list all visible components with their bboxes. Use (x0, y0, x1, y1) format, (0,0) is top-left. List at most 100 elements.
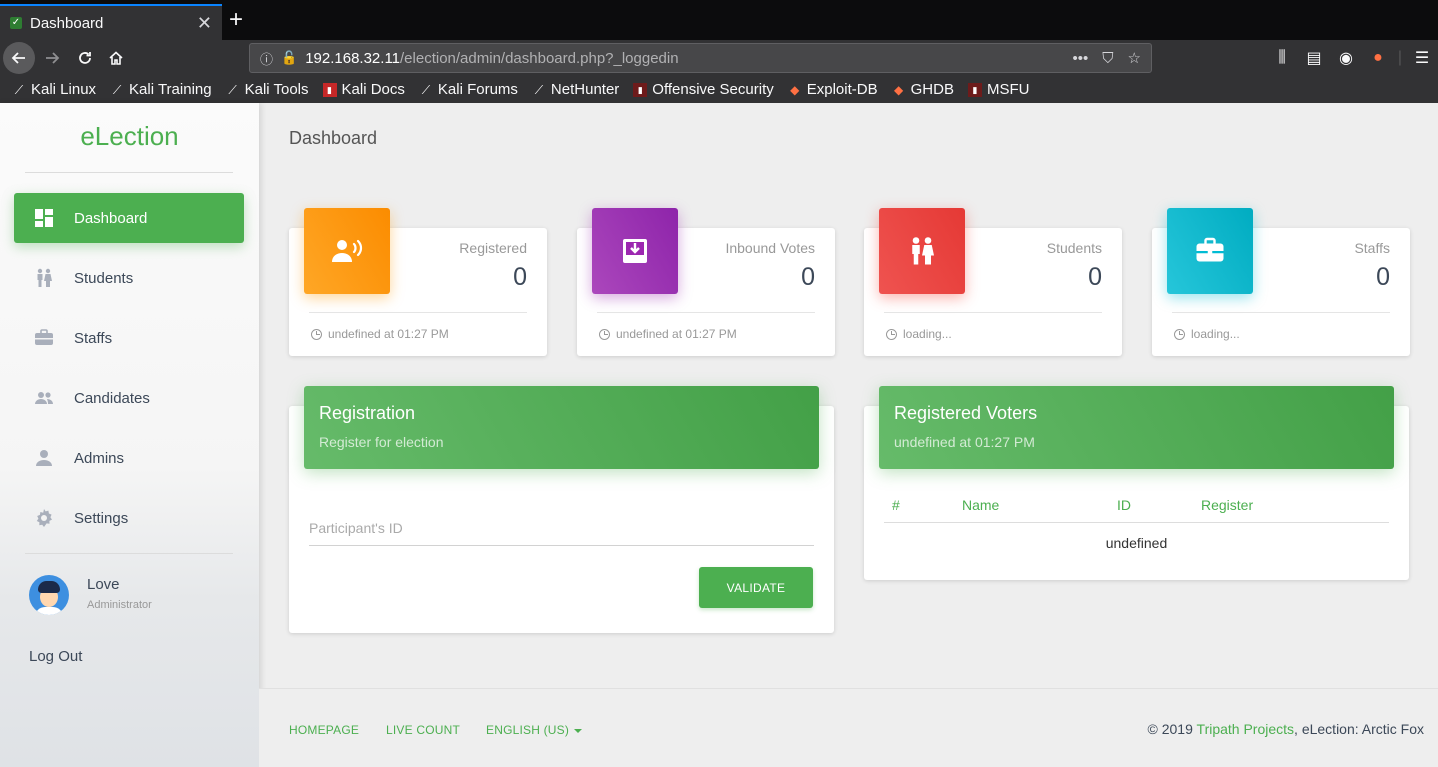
students-icon (879, 208, 965, 294)
account-icon[interactable]: ◉ (1330, 48, 1362, 68)
stat-label: Registered (459, 240, 527, 256)
msfu-icon: ▮ (967, 82, 982, 97)
nethunter-icon: ⟋ (534, 82, 544, 97)
footer-link-live-count[interactable]: LIVE COUNT (386, 723, 460, 737)
sidebar-item-settings[interactable]: Settings (14, 493, 244, 543)
refresh-icon (886, 328, 897, 340)
logout-link[interactable]: Log Out (29, 648, 82, 665)
sidebar-item-label: Staffs (74, 329, 113, 347)
kali-dragon-icon: ⟋ (228, 82, 237, 97)
caret-down-icon (574, 728, 583, 733)
language-dropdown[interactable]: ENGLISH (US) (486, 723, 583, 737)
sidebar-item-admins[interactable]: Admins (14, 433, 244, 483)
browser-tab[interactable]: ✓ Dashboard ✕ (0, 4, 222, 40)
sidebar-item-staffs[interactable]: Staffs (14, 313, 244, 363)
brand-logo[interactable]: eLection (0, 121, 259, 152)
registration-panel: Registration Register for election Parti… (289, 386, 834, 633)
bookmark-kali-docs[interactable]: ▮ Kali Docs (322, 81, 405, 98)
browser-navbar: ⓘ 🔓 192.168.32.11 /election/admin/dashbo… (0, 40, 1438, 76)
user-name: Love (87, 576, 120, 593)
bookmarks-bar: ⟋ Kali Linux ⟋ Kali Training ⟋ Kali Tools ▮… (0, 76, 1438, 103)
insecure-lock-icon[interactable]: 🔓 (281, 50, 297, 66)
bookmark-msfu[interactable]: ▮ MSFU (967, 81, 1029, 98)
bookmark-offensive-security[interactable]: ▮ Offensive Security (633, 81, 774, 98)
panel-subtitle: Register for election (319, 434, 444, 450)
page-actions-icon[interactable]: ••• (1073, 50, 1089, 67)
stat-label: Students (1046, 240, 1102, 256)
pocket-icon[interactable]: ⛉ (1102, 50, 1113, 67)
stat-card-registered: Registered 0 undefined at 01:27 PM (289, 208, 547, 356)
stat-footer: undefined at 01:27 PM (311, 327, 449, 341)
arrow-right-icon (46, 52, 60, 64)
validate-button[interactable]: VALIDATE (699, 567, 813, 608)
user-profile[interactable]: Love Administrator (29, 575, 152, 615)
stat-value: 0 (801, 263, 815, 291)
library-icon[interactable]: ⫼ (1266, 49, 1298, 67)
extension-icon[interactable]: ● (1362, 49, 1394, 67)
gear-icon (32, 508, 56, 528)
person-icon (32, 448, 56, 468)
stat-value: 0 (1088, 263, 1102, 291)
dashboard-icon (32, 208, 56, 228)
back-button[interactable] (3, 42, 35, 74)
participant-id-input[interactable]: Participant's ID (309, 520, 814, 546)
column-header[interactable]: # (892, 497, 900, 513)
bookmark-nethunter[interactable]: ⟋ NetHunter (532, 81, 620, 98)
divider (25, 172, 233, 173)
bookmark-star-icon[interactable]: ☆ (1128, 49, 1141, 67)
avatar (29, 575, 69, 615)
separator: | (1397, 49, 1403, 66)
stat-value: 0 (1376, 263, 1390, 291)
table-row: undefined (1105, 535, 1168, 551)
close-tab-icon[interactable]: ✕ (197, 13, 212, 34)
sidebar: eLection Dashboard Students Staffs Candi… (0, 103, 259, 767)
sidebar-item-candidates[interactable]: Candidates (14, 373, 244, 423)
refresh-icon (1174, 328, 1185, 340)
registered-voters-panel: Registered Voters undefined at 01:27 PM … (864, 386, 1409, 580)
panel-title: Registered Voters (894, 403, 1038, 423)
bookmark-kali-training[interactable]: ⟋ Kali Training (110, 81, 212, 98)
tripath-link[interactable]: Tripath Projects (1197, 721, 1295, 737)
sidebar-item-dashboard[interactable]: Dashboard (14, 193, 244, 243)
panel-subtitle: undefined at 01:27 PM (894, 434, 1035, 450)
sidebar-item-students[interactable]: Students (14, 253, 244, 303)
bookmark-kali-linux[interactable]: ⟋ Kali Linux (12, 81, 96, 98)
bookmark-kali-forums[interactable]: ⟋ Kali Forums (419, 81, 518, 98)
voters-header: Registered Voters undefined at 01:27 PM (879, 386, 1394, 469)
docs-icon: ▮ (322, 82, 337, 97)
stat-footer: loading... (886, 327, 952, 341)
sidebar-item-label: Dashboard (74, 209, 148, 227)
column-header[interactable]: Register (1201, 497, 1253, 513)
bookmark-exploit-db[interactable]: ◆ Exploit-DB (788, 81, 877, 98)
stat-label: Inbound Votes (725, 240, 815, 256)
arrow-left-icon (11, 52, 25, 64)
stat-card-students: Students 0 loading... (864, 208, 1122, 356)
column-header[interactable]: Name (962, 497, 999, 513)
kali-dragon-icon: ⟋ (112, 82, 122, 97)
info-icon[interactable]: ⓘ (260, 49, 273, 68)
column-header[interactable]: ID (1117, 497, 1131, 513)
footer-link-homepage[interactable]: HOMEPAGE (289, 723, 359, 737)
url-bar[interactable]: ⓘ 🔓 192.168.32.11 /election/admin/dashbo… (249, 43, 1152, 73)
home-icon (109, 51, 123, 65)
briefcase-icon (1167, 208, 1253, 294)
ghdb-icon: ◆ (893, 82, 904, 97)
broadcast-icon (304, 208, 390, 294)
home-button[interactable] (100, 42, 132, 74)
bookmark-kali-tools[interactable]: ⟋ Kali Tools (226, 81, 308, 98)
students-icon (32, 268, 56, 288)
forward-button[interactable] (36, 42, 68, 74)
new-tab-button[interactable]: + (229, 6, 243, 34)
kali-dragon-icon: ⟋ (14, 82, 24, 97)
inbox-icon (592, 208, 678, 294)
sidebar-toggle-icon[interactable]: ▤ (1298, 48, 1330, 68)
hamburger-menu-icon[interactable]: ☰ (1406, 48, 1438, 68)
people-icon (32, 388, 56, 408)
reload-button[interactable] (69, 42, 101, 74)
stat-card-inbound-votes: Inbound Votes 0 undefined at 01:27 PM (577, 208, 835, 356)
stat-value: 0 (513, 263, 527, 291)
sidebar-item-label: Candidates (74, 389, 150, 407)
tab-title: Dashboard (30, 14, 104, 32)
bookmark-ghdb[interactable]: ◆ GHDB (892, 81, 954, 98)
page-title: Dashboard (289, 128, 378, 148)
